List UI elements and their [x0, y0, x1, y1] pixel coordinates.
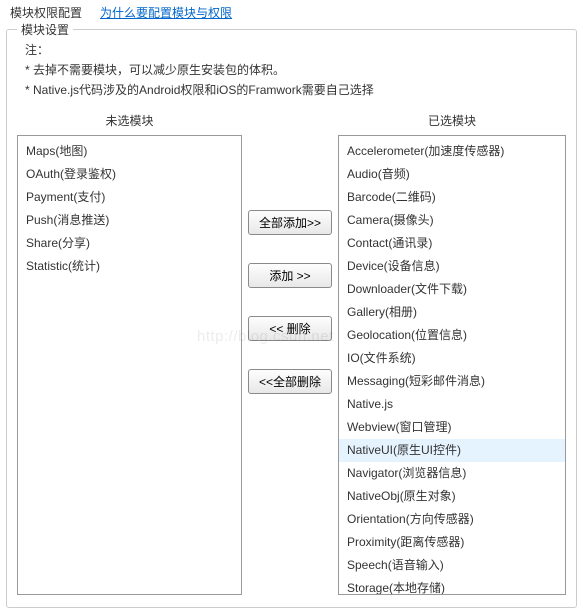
- list-item[interactable]: Gallery(相册): [339, 301, 565, 324]
- list-item[interactable]: Orientation(方向传感器): [339, 508, 565, 531]
- list-item[interactable]: Native.js: [339, 393, 565, 416]
- list-item[interactable]: Maps(地图): [18, 140, 241, 163]
- list-item[interactable]: Messaging(短彩邮件消息): [339, 370, 565, 393]
- remove-all-button[interactable]: <<全部删除: [248, 369, 332, 394]
- transfer-buttons: 全部添加>> 添加 >> << 删除 <<全部删除: [242, 110, 338, 394]
- list-item[interactable]: NativeUI(原生UI控件): [339, 439, 565, 462]
- add-button[interactable]: 添加 >>: [248, 263, 332, 288]
- list-item[interactable]: Payment(支付): [18, 186, 241, 209]
- selected-listbox[interactable]: Accelerometer(加速度传感器)Audio(音频)Barcode(二维…: [338, 135, 566, 595]
- list-item[interactable]: Contact(通讯录): [339, 232, 565, 255]
- remove-button[interactable]: << 删除: [248, 316, 332, 341]
- list-item[interactable]: Storage(本地存储): [339, 577, 565, 595]
- list-item[interactable]: Proximity(距离传感器): [339, 531, 565, 554]
- module-settings-fieldset: 模块设置 注： * 去掉不需要模块，可以减少原生安装包的体积。 * Native…: [6, 29, 577, 608]
- list-item[interactable]: Share(分享): [18, 232, 241, 255]
- list-item[interactable]: Push(消息推送): [18, 209, 241, 232]
- fieldset-legend: 模块设置: [17, 21, 73, 38]
- help-link[interactable]: 为什么要配置模块与权限: [100, 4, 232, 21]
- list-item[interactable]: NativeObj(原生对象): [339, 485, 565, 508]
- notes-heading: 注：: [25, 40, 566, 60]
- unselected-header: 未选模块: [17, 110, 242, 135]
- notes-line-1: * 去掉不需要模块，可以减少原生安装包的体积。: [25, 60, 566, 80]
- list-item[interactable]: Downloader(文件下载): [339, 278, 565, 301]
- notes-line-2: * Native.js代码涉及的Android权限和iOS的Framwork需要…: [25, 80, 566, 100]
- tab-module-permission[interactable]: 模块权限配置: [10, 4, 82, 21]
- list-item[interactable]: Statistic(统计): [18, 255, 241, 278]
- add-all-button[interactable]: 全部添加>>: [248, 210, 332, 235]
- list-item[interactable]: Barcode(二维码): [339, 186, 565, 209]
- list-item[interactable]: Webview(窗口管理): [339, 416, 565, 439]
- selected-header: 已选模块: [338, 110, 566, 135]
- list-item[interactable]: OAuth(登录鉴权): [18, 163, 241, 186]
- list-item[interactable]: IO(文件系统): [339, 347, 565, 370]
- tab-bar: 模块权限配置 为什么要配置模块与权限: [0, 0, 583, 27]
- list-item[interactable]: Audio(音频): [339, 163, 565, 186]
- list-item[interactable]: Speech(语音输入): [339, 554, 565, 577]
- list-item[interactable]: Accelerometer(加速度传感器): [339, 140, 565, 163]
- list-item[interactable]: Camera(摄像头): [339, 209, 565, 232]
- notes-block: 注： * 去掉不需要模块，可以减少原生安装包的体积。 * Native.js代码…: [17, 38, 566, 110]
- unselected-listbox[interactable]: Maps(地图)OAuth(登录鉴权)Payment(支付)Push(消息推送)…: [17, 135, 242, 595]
- list-item[interactable]: Device(设备信息): [339, 255, 565, 278]
- list-item[interactable]: Geolocation(位置信息): [339, 324, 565, 347]
- list-item[interactable]: Navigator(浏览器信息): [339, 462, 565, 485]
